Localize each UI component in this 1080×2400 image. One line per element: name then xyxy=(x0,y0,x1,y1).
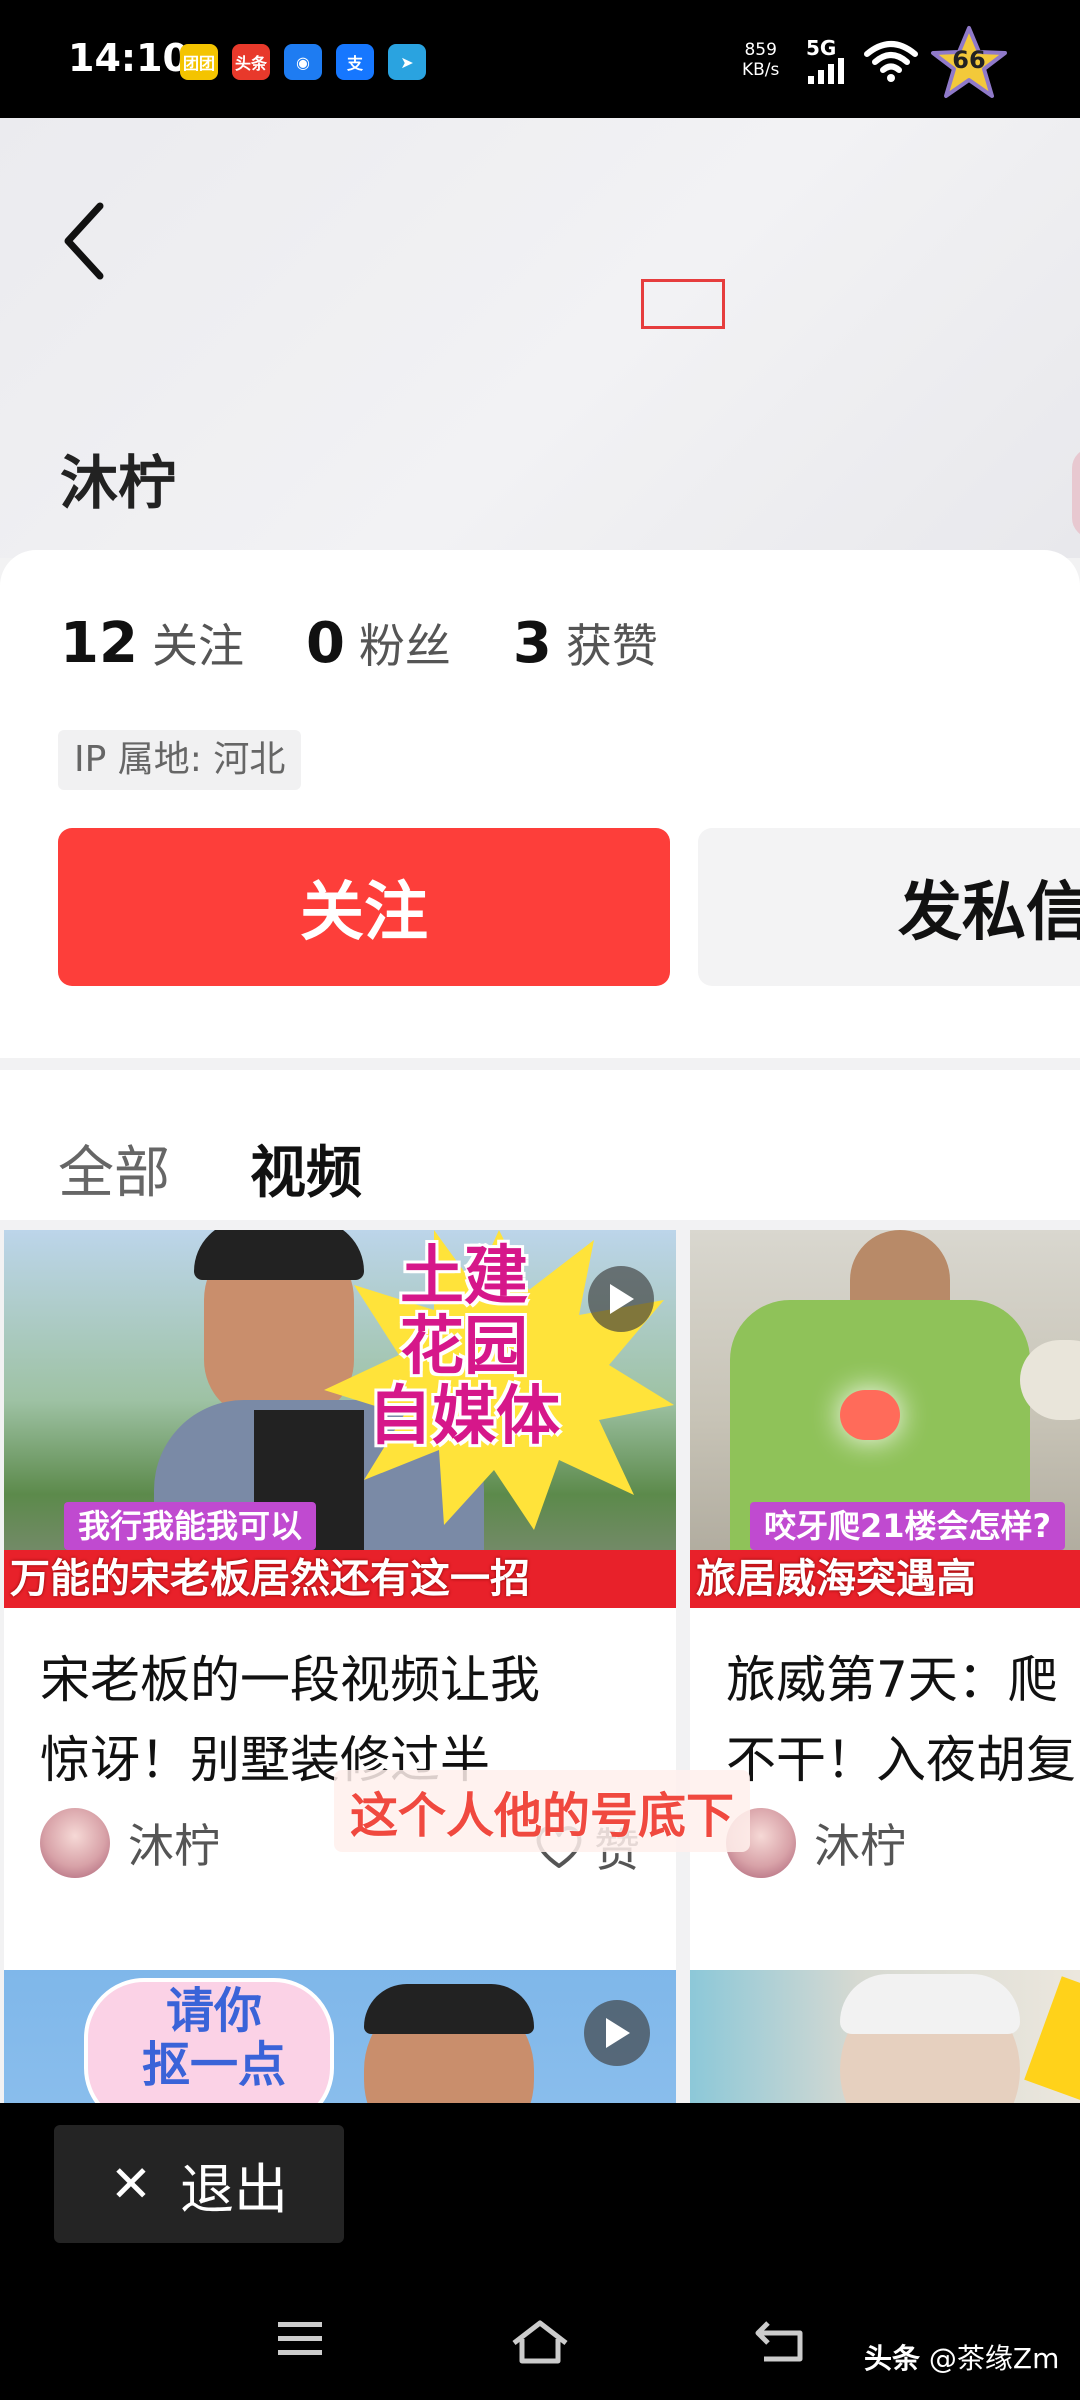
toutiao-icon: 头条 xyxy=(232,44,270,80)
send-message-button[interactable]: 发私信 xyxy=(698,828,1080,986)
watermark-account: @茶缘Zm xyxy=(928,2342,1060,2375)
author-avatar xyxy=(40,1808,110,1878)
play-icon[interactable] xyxy=(584,2000,650,2066)
content-tabs: 全部 视频 xyxy=(0,1070,1080,1220)
status-bar: 14:10 团团 头条 ◉ 支 ➤ 859 KB/s 5G 66 xyxy=(0,0,1080,118)
video-thumbnail[interactable]: 咬牙爬21楼会怎样? 旅居威海突遇高 xyxy=(690,1230,1080,1608)
video-card[interactable]: 咬牙爬21楼会怎样? 旅居威海突遇高 旅威第7天：爬 不干！入夜胡复 沐柠 xyxy=(690,1230,1080,2070)
video-thumbnail[interactable] xyxy=(690,1970,1080,2103)
app-icon-1: 团团 xyxy=(180,44,218,80)
back-arrow-icon[interactable] xyxy=(56,196,116,286)
stat-likes-count: 3 xyxy=(512,611,552,676)
telegram-icon: ➤ xyxy=(388,44,426,80)
star-badge-icon[interactable]: 66 xyxy=(930,24,1008,102)
profile-username: 沐柠 xyxy=(60,449,177,517)
menu-icon[interactable] xyxy=(276,2319,324,2359)
profile-avatar[interactable] xyxy=(1072,448,1080,538)
notification-icons: 团团 头条 ◉ 支 ➤ xyxy=(180,44,426,80)
stat-fans-count: 0 xyxy=(305,611,345,676)
subtitle-overlay: 这个人他的号底下 xyxy=(334,1770,751,1852)
badge-count: 66 xyxy=(952,46,986,74)
author-name: 沐柠 xyxy=(128,1819,220,1873)
thumbnail-big-text: 请你 抠一点 xyxy=(141,1983,286,2093)
signal-icon xyxy=(808,58,844,84)
thumbnail-caption: 万能的宋老板居然还有这一招 xyxy=(4,1550,676,1608)
video-card[interactable]: 土建 花园 自媒体 我行我能我可以 万能的宋老板居然还有这一招 宋老板的一段视频… xyxy=(4,1230,676,2070)
watermark-brand: 头条 xyxy=(864,2342,921,2375)
network-speed: 859 KB/s xyxy=(742,40,779,80)
thumbnail-big-text: 土建 花园 自媒体 xyxy=(368,1240,560,1454)
exit-button[interactable]: ✕ 退出 xyxy=(54,2125,344,2243)
video-author[interactable]: 沐柠 xyxy=(40,1808,220,1878)
back-nav-icon[interactable] xyxy=(754,2319,806,2363)
play-icon[interactable] xyxy=(588,1266,654,1332)
home-icon[interactable] xyxy=(510,2319,570,2365)
stat-fans[interactable]: 0 粉丝 xyxy=(306,610,451,676)
thumbnail-caption: 旅居威海突遇高 xyxy=(690,1550,1080,1608)
network-speed-unit: KB/s xyxy=(742,60,780,80)
video-thumbnail[interactable]: 请你 抠一点 xyxy=(4,1970,676,2103)
status-time: 14:10 xyxy=(68,36,189,80)
video-thumbnail[interactable]: 土建 花园 自媒体 我行我能我可以 万能的宋老板居然还有这一招 xyxy=(4,1230,676,1608)
exit-label: 退出 xyxy=(179,2157,288,2221)
video-card[interactable] xyxy=(690,1970,1080,2103)
profile-info-card: 12 关注 0 粉丝 3 获赞 IP 属地: 河北 关注 发私信 xyxy=(0,550,1080,1058)
stat-following-count: 12 xyxy=(60,611,138,676)
stat-likes[interactable]: 3 获赞 xyxy=(513,610,658,676)
alipay-icon: 支 xyxy=(336,44,374,80)
video-title[interactable]: 旅威第7天：爬 不干！入夜胡复 xyxy=(726,1640,1080,1800)
app-icon-3: ◉ xyxy=(284,44,322,80)
wifi-icon xyxy=(864,41,918,82)
video-card[interactable]: 请你 抠一点 xyxy=(4,1970,676,2103)
thumbnail-tag: 我行我能我可以 xyxy=(64,1502,317,1550)
stat-following-label: 关注 xyxy=(151,619,244,673)
stat-fans-label: 粉丝 xyxy=(358,619,451,673)
video-author[interactable]: 沐柠 xyxy=(726,1808,906,1878)
profile-page: 沐柠 12 关注 0 粉丝 3 获赞 IP 属地: 河北 关注 发私信 全部 视… xyxy=(0,118,1080,2103)
network-speed-value: 859 xyxy=(744,40,777,60)
profile-stats: 12 关注 0 粉丝 3 获赞 xyxy=(60,610,720,676)
ip-location-badge: IP 属地: 河北 xyxy=(58,730,302,790)
tab-video[interactable]: 视频 xyxy=(250,1128,362,1209)
stat-following[interactable]: 12 关注 xyxy=(60,610,244,676)
tab-all[interactable]: 全部 xyxy=(58,1128,170,1209)
close-icon: ✕ xyxy=(110,2155,152,2213)
follow-button[interactable]: 关注 xyxy=(58,828,670,986)
author-name: 沐柠 xyxy=(814,1819,906,1873)
annotation-rectangle xyxy=(641,279,725,329)
stat-likes-label: 获赞 xyxy=(565,619,658,673)
thumbnail-tag: 咬牙爬21楼会怎样? xyxy=(750,1502,1066,1550)
network-type: 5G xyxy=(806,36,837,60)
watermark: 头条 @茶缘Zm xyxy=(864,2337,1059,2377)
